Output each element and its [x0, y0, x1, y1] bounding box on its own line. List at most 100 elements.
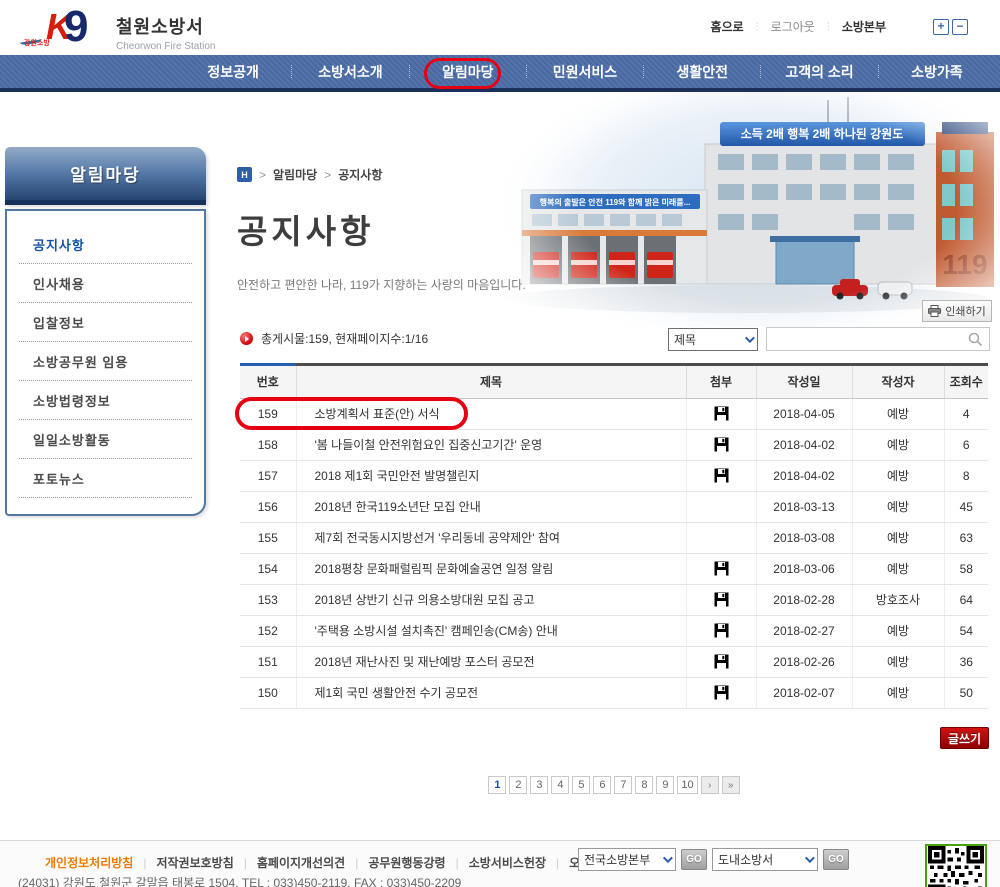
search-input[interactable] — [767, 328, 957, 350]
page-number-9[interactable]: 9 — [656, 776, 674, 794]
search-category-wrap: 제목 — [668, 328, 758, 351]
nav-item-3[interactable]: 알림마당 — [410, 62, 526, 82]
footer-link[interactable]: 공무원행동강령 — [368, 854, 445, 871]
write-button[interactable]: 글쓰기 — [940, 727, 989, 749]
cell-date: 2018-03-13 — [756, 491, 852, 522]
page-number-5[interactable]: 5 — [572, 776, 590, 794]
cell-number: 158 — [240, 429, 296, 460]
footer-link[interactable]: 개인정보처리방침 — [45, 854, 133, 871]
utility-link[interactable]: 홈으로 — [711, 18, 744, 35]
board-summary-text: 총게시물:159, 현재페이지수:1/16 — [261, 330, 428, 347]
footer-link[interactable]: 저작권보호방침 — [156, 854, 233, 871]
table-column-header: 조회수 — [944, 366, 988, 398]
footer: 개인정보처리방침|저작권보호방침|홈페이지개선의견|공무원행동강령|소방서비스헌… — [0, 840, 1000, 887]
cell-number: 154 — [240, 553, 296, 584]
cell-title[interactable]: '봄 나들이철 안전위험요인 집중신고기간' 운영 — [296, 429, 686, 460]
table-row: 152'주택용 소방시설 설치촉진' 캠페인송(CM송) 안내2018-02-2… — [240, 615, 988, 646]
search-icon[interactable] — [968, 332, 983, 352]
breadcrumb-item-1[interactable]: 알림마당 — [273, 166, 317, 183]
cell-date: 2018-02-26 — [756, 646, 852, 677]
cell-number: 155 — [240, 522, 296, 553]
cell-author: 예방 — [852, 398, 944, 429]
last-page-button[interactable]: » — [722, 776, 740, 794]
cell-title[interactable]: 2018년 상반기 신규 의용소방대원 모집 공고 — [296, 584, 686, 615]
site-subtitle-en: Cheorwon Fire Station — [116, 41, 216, 52]
cell-author: 예방 — [852, 460, 944, 491]
nav-item-6[interactable]: 고객의 소리 — [761, 62, 877, 82]
sidebar-item[interactable]: 인사채용 — [19, 264, 192, 303]
sidebar: 알림마당 공지사항인사채용입찰정보소방공무원 임용소방법령정보일일소방활동포토뉴… — [5, 147, 206, 516]
cell-title[interactable]: '주택용 소방시설 설치촉진' 캠페인송(CM송) 안내 — [296, 615, 686, 646]
attachment-disk-icon — [714, 406, 729, 421]
footer-address: (24031) 강원도 철원군 갈말읍 태봉로 1504. TEL : 033)… — [18, 874, 461, 887]
page-number-4[interactable]: 4 — [551, 776, 569, 794]
cell-author: 예방 — [852, 522, 944, 553]
page-number-10[interactable]: 10 — [677, 776, 697, 794]
cell-title[interactable]: 2018 제1회 국민안전 발명챌린지 — [296, 460, 686, 491]
sidebar-item[interactable]: 일일소방활동 — [19, 420, 192, 459]
footer-go1-button[interactable]: GO — [681, 849, 707, 870]
cell-author: 예방 — [852, 553, 944, 584]
font-zoom-out-button[interactable]: − — [952, 19, 968, 35]
page-number-8[interactable]: 8 — [635, 776, 653, 794]
page-number-2[interactable]: 2 — [509, 776, 527, 794]
page-number-6[interactable]: 6 — [593, 776, 611, 794]
page-number-3[interactable]: 3 — [530, 776, 548, 794]
footer-link-separator: | — [355, 856, 358, 870]
logo-k9-icon: K 9 강원소방 — [38, 6, 102, 50]
search-box — [766, 327, 990, 351]
footer-jump1-wrap: 전국소방본부 — [578, 848, 676, 871]
font-zoom-in-button[interactable]: + — [933, 19, 949, 35]
cell-title[interactable]: 소방계획서 표준(안) 서식 — [296, 398, 686, 429]
sidebar-item[interactable]: 소방공무원 임용 — [19, 342, 192, 381]
footer-jump1-select[interactable]: 전국소방본부 — [578, 848, 676, 871]
site-logo[interactable]: K 9 강원소방 철원소방서 Cheorwon Fire Station — [38, 6, 216, 52]
nav-item-5[interactable]: 생활안전 — [644, 62, 760, 82]
cell-attachment — [686, 677, 756, 708]
print-button[interactable]: 인쇄하기 — [922, 300, 992, 322]
table-row: 159소방계획서 표준(안) 서식2018-04-05예방4 — [240, 398, 988, 429]
cell-date: 2018-02-28 — [756, 584, 852, 615]
table-column-header: 작성자 — [852, 366, 944, 398]
footer-link[interactable]: 소방서비스헌장 — [469, 854, 546, 871]
table-column-header: 번호 — [240, 366, 296, 398]
utility-link[interactable]: 로그아웃 — [771, 18, 815, 35]
nav-item-4[interactable]: 민원서비스 — [527, 62, 643, 82]
sidebar-item[interactable]: 공지사항 — [19, 225, 192, 264]
cell-attachment — [686, 646, 756, 677]
cell-date: 2018-02-27 — [756, 615, 852, 646]
cell-date: 2018-04-02 — [756, 460, 852, 491]
cell-title[interactable]: 제7회 전국동시지방선거 '우리동네 공약제안' 참여 — [296, 522, 686, 553]
sidebar-item[interactable]: 입찰정보 — [19, 303, 192, 342]
cell-title[interactable]: 2018년 한국119소년단 모집 안내 — [296, 491, 686, 522]
page-number-7[interactable]: 7 — [614, 776, 632, 794]
table-row: 158'봄 나들이철 안전위험요인 집중신고기간' 운영2018-04-02예방… — [240, 429, 988, 460]
red-arrow-bullet-icon — [240, 332, 253, 345]
footer-jump2-select[interactable]: 도내소방서 — [712, 848, 818, 871]
footer-link-separator: | — [556, 856, 559, 870]
footer-go2-button[interactable]: GO — [823, 849, 849, 870]
breadcrumb-item-2[interactable]: 공지사항 — [338, 166, 382, 183]
utility-link[interactable]: 소방본부 — [842, 18, 886, 35]
cell-views: 36 — [944, 646, 988, 677]
cell-views: 54 — [944, 615, 988, 646]
footer-link-separator: | — [244, 856, 247, 870]
cell-date: 2018-04-05 — [756, 398, 852, 429]
cell-title[interactable]: 2018평창 문화패럴림픽 문화예술공연 일정 알림 — [296, 553, 686, 584]
search-category-select[interactable]: 제목 — [668, 328, 758, 351]
nav-item-7[interactable]: 소방가족 — [879, 62, 995, 82]
cell-title[interactable]: 2018년 재난사진 및 재난예방 포스터 공모전 — [296, 646, 686, 677]
footer-link[interactable]: 홈페이지개선의견 — [257, 854, 345, 871]
page-number-1[interactable]: 1 — [488, 776, 506, 794]
sidebar-item[interactable]: 포토뉴스 — [19, 459, 192, 498]
cell-title[interactable]: 제1회 국민 생활안전 수기 공모전 — [296, 677, 686, 708]
table-row: 1532018년 상반기 신규 의용소방대원 모집 공고2018-02-28방호… — [240, 584, 988, 615]
notice-table: 번호제목첨부작성일작성자조회수 159소방계획서 표준(안) 서식2018-04… — [240, 366, 988, 709]
sidebar-item[interactable]: 소방법령정보 — [19, 381, 192, 420]
nav-item-2[interactable]: 소방서소개 — [292, 62, 408, 82]
home-icon[interactable]: H — [237, 167, 252, 182]
next-page-button[interactable]: › — [701, 776, 719, 794]
cell-author: 예방 — [852, 615, 944, 646]
nav-item-1[interactable]: 정보공개 — [175, 62, 291, 82]
attachment-disk-icon — [714, 592, 729, 607]
